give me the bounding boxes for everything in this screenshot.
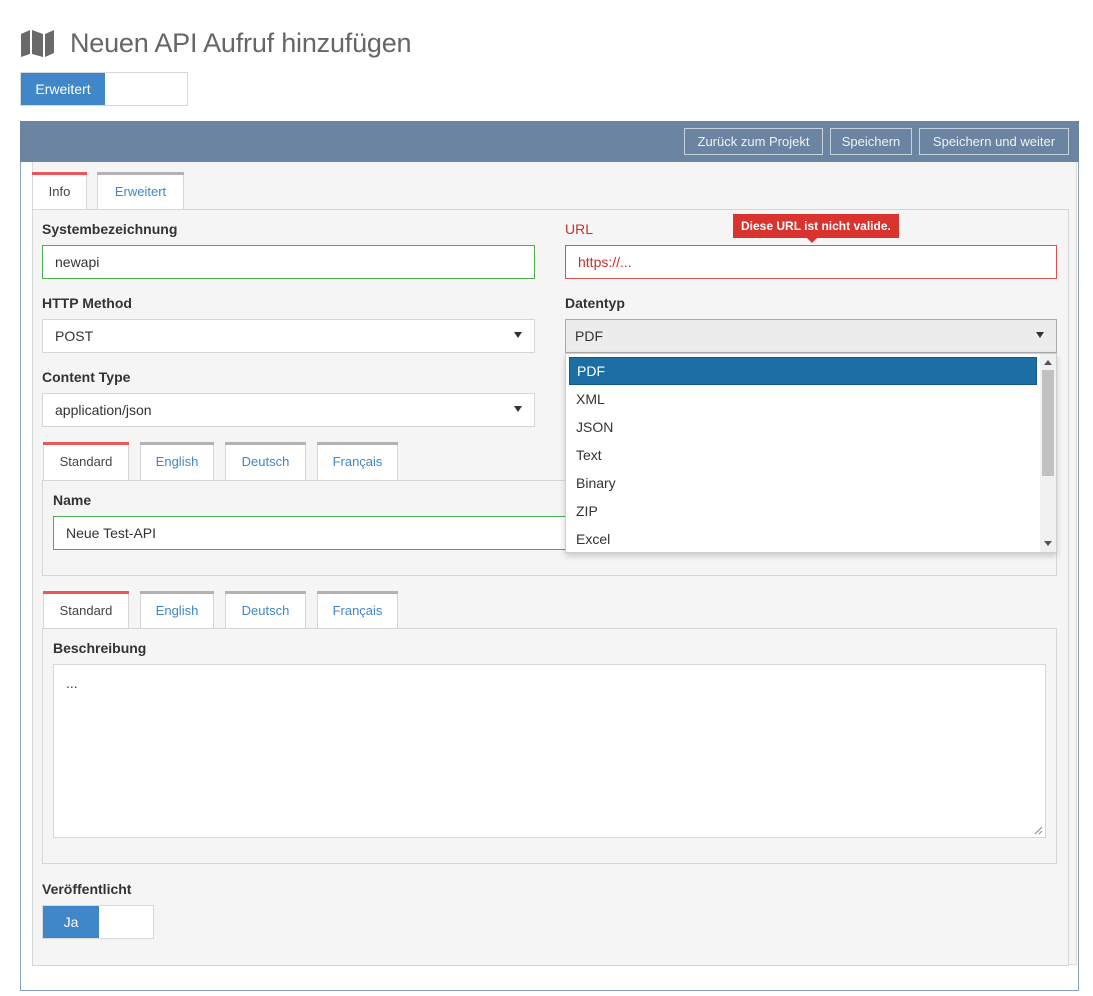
page-header: Neuen API Aufruf hinzufügen [20, 26, 412, 60]
published-toggle-off[interactable] [99, 906, 153, 938]
resize-handle-icon[interactable] [1034, 826, 1043, 835]
datentyp-select[interactable]: PDF [565, 319, 1057, 353]
tab-erweitert[interactable]: Erweitert [97, 172, 184, 210]
save-button[interactable]: Speichern [830, 128, 912, 155]
beschreibung-textarea[interactable]: ... [53, 664, 1046, 838]
beschreibung-value: ... [66, 675, 78, 691]
desc-tab-english[interactable]: English [140, 591, 214, 629]
url-label: URL [565, 221, 594, 237]
map-icon [20, 28, 56, 58]
http-method-select[interactable]: POST [42, 319, 535, 353]
datentyp-option-binary[interactable]: Binary [569, 469, 1037, 497]
mode-toggle-active[interactable]: Erweitert [21, 73, 105, 105]
name-tab-standard[interactable]: Standard [43, 442, 129, 480]
http-method-label: HTTP Method [42, 295, 132, 311]
url-error-tooltip: Diese URL ist nicht valide. [733, 214, 899, 243]
dropdown-scrollbar[interactable] [1040, 354, 1056, 552]
beschreibung-label: Beschreibung [53, 640, 147, 656]
panel-toolbar: Zurück zum Projekt Speichern Speichern u… [20, 121, 1079, 162]
save-and-continue-button[interactable]: Speichern und weiter [919, 128, 1069, 155]
name-tab-deutsch[interactable]: Deutsch [225, 442, 306, 480]
mode-toggle[interactable]: Erweitert [20, 72, 188, 106]
content-type-select[interactable]: application/json [42, 393, 535, 427]
name-label: Name [53, 492, 92, 508]
desc-tab-francais[interactable]: Français [317, 591, 398, 629]
content-type-value: application/json [55, 402, 152, 418]
http-method-value: POST [55, 328, 94, 344]
chevron-down-icon [514, 332, 522, 338]
scroll-up-icon[interactable] [1044, 360, 1052, 365]
page-title: Neuen API Aufruf hinzufügen [70, 27, 412, 58]
scrollbar-thumb[interactable] [1042, 370, 1054, 476]
published-toggle-on[interactable]: Ja [43, 906, 99, 938]
datentyp-option-xml[interactable]: XML [569, 385, 1037, 413]
tab-info[interactable]: Info [32, 172, 87, 210]
system-name-input[interactable]: newapi [42, 245, 535, 279]
desc-tab-deutsch[interactable]: Deutsch [225, 591, 306, 629]
datentyp-option-json[interactable]: JSON [569, 413, 1037, 441]
datentyp-value: PDF [575, 328, 603, 344]
name-tab-francais[interactable]: Français [317, 442, 398, 480]
published-label: Veröffentlicht [42, 881, 132, 897]
mode-toggle-off[interactable] [105, 73, 187, 105]
datentyp-dropdown: PDF XML JSON Text Binary ZIP Excel [565, 353, 1057, 553]
chevron-down-icon [514, 406, 522, 412]
datentyp-option-zip[interactable]: ZIP [569, 497, 1037, 525]
scroll-down-icon[interactable] [1044, 541, 1052, 546]
datentyp-label: Datentyp [565, 295, 625, 311]
datentyp-option-text[interactable]: Text [569, 441, 1037, 469]
url-input[interactable]: https://... [565, 245, 1057, 279]
datentyp-option-excel[interactable]: Excel [569, 525, 1037, 553]
desc-tab-standard[interactable]: Standard [43, 591, 129, 629]
back-to-project-button[interactable]: Zurück zum Projekt [684, 128, 823, 155]
chevron-down-icon [1036, 332, 1044, 338]
published-toggle[interactable]: Ja [42, 905, 154, 939]
system-name-label: Systembezeichnung [42, 221, 178, 237]
name-tab-english[interactable]: English [140, 442, 214, 480]
datentyp-option-pdf[interactable]: PDF [569, 357, 1037, 385]
content-type-label: Content Type [42, 369, 131, 385]
